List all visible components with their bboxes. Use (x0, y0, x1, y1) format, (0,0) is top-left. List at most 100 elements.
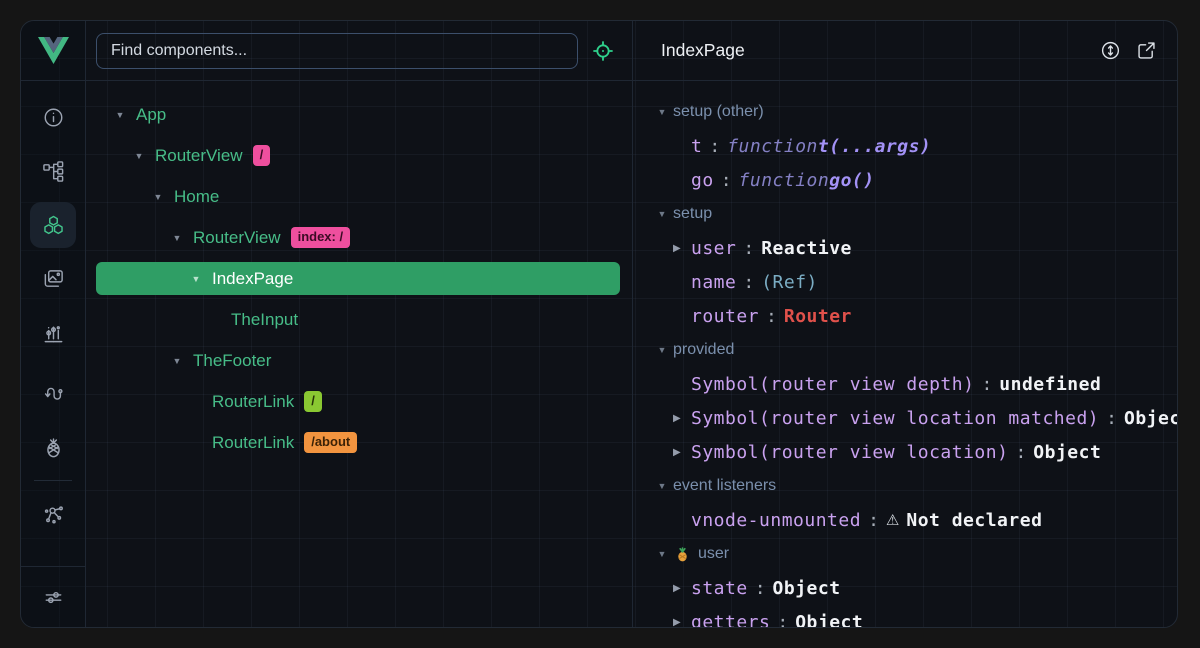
state-entry[interactable]: ▶getters:Object (633, 605, 1177, 627)
section-collapse-arrow-icon[interactable]: ▼ (656, 107, 668, 117)
section-label: setup (other) (673, 103, 764, 121)
state-entry[interactable]: ▶Symbol(router view location matched):Ob… (633, 401, 1177, 435)
tree-row-routerlink[interactable]: RouterLink/ (96, 385, 620, 418)
component-name: Home (174, 187, 219, 207)
tree-row-thefooter[interactable]: ▼TheFooter (96, 344, 620, 377)
components-panel: ▼App▼RouterView/▼Home▼RouterViewindex: /… (86, 21, 633, 627)
component-name: RouterLink (212, 433, 294, 453)
locate-component-button[interactable] (586, 34, 620, 68)
state-value: go() (829, 170, 874, 191)
overview-info-icon[interactable] (21, 90, 85, 144)
entry-expand-arrow-icon[interactable]: ▶ (673, 583, 691, 594)
section-label: event listeners (673, 477, 776, 495)
key-value-separator: : (1015, 442, 1026, 463)
component-name: RouterView (155, 146, 243, 166)
state-entry[interactable]: vnode-unmounted:⚠Not declared (633, 503, 1177, 537)
pinia-icon[interactable] (21, 420, 85, 474)
selected-component-title: IndexPage (661, 40, 745, 61)
state-key: name (691, 272, 736, 293)
state-entry[interactable]: router:Router (633, 299, 1177, 333)
state-section-setup-other-[interactable]: ▼ setup (other) (633, 95, 1177, 129)
component-tree: ▼App▼RouterView/▼Home▼RouterViewindex: /… (86, 81, 632, 467)
state-entry[interactable]: Symbol(router view depth):undefined (633, 367, 1177, 401)
state-key: Symbol(router view depth) (691, 374, 974, 395)
locate-component-icon (592, 40, 614, 62)
state-value: Object (795, 612, 863, 628)
section-collapse-arrow-icon[interactable]: ▼ (656, 549, 668, 559)
tree-row-app[interactable]: ▼App (96, 98, 620, 131)
settings-icon[interactable] (21, 566, 85, 627)
entry-expand-arrow-icon[interactable]: ▶ (673, 413, 691, 424)
state-entry[interactable]: name:(Ref) (633, 265, 1177, 299)
vue-logo (21, 21, 85, 81)
state-value: Not declared (906, 510, 1042, 531)
expand-arrow-icon[interactable]: ▼ (114, 110, 126, 120)
key-value-separator: : (721, 170, 732, 191)
scroll-to-component-button[interactable] (1100, 40, 1121, 61)
expand-arrow-icon[interactable]: ▼ (190, 274, 202, 284)
state-entry[interactable]: ▶user:Reactive (633, 231, 1177, 265)
state-key: vnode-unmounted (691, 510, 861, 531)
graph-icon[interactable] (21, 487, 85, 541)
entry-expand-arrow-icon[interactable]: ▶ (673, 617, 691, 628)
state-entry[interactable]: ▶Symbol(router view location):Object (633, 435, 1177, 469)
open-in-editor-button[interactable] (1136, 40, 1157, 61)
expand-arrow-icon[interactable]: ▼ (133, 151, 145, 161)
state-value: (Ref) (761, 272, 818, 293)
section-collapse-arrow-icon[interactable]: ▼ (656, 209, 668, 219)
state-value: Object (1033, 442, 1101, 463)
route-badge: / (253, 145, 271, 166)
expand-arrow-icon[interactable]: ▼ (152, 192, 164, 202)
state-section-provided[interactable]: ▼provided (633, 333, 1177, 367)
component-name: RouterView (193, 228, 281, 248)
state-inspector: ▼ setup (other) t:function t(...args)go:fu… (633, 81, 1177, 627)
inspector-header: IndexPage (633, 21, 1177, 81)
scroll-to-component-icon (1100, 40, 1121, 61)
router-icon[interactable] (21, 366, 85, 420)
devtools-window: ▼App▼RouterView/▼Home▼RouterViewindex: /… (20, 20, 1178, 628)
state-value: undefined (999, 374, 1101, 395)
key-value-separator: : (1106, 408, 1117, 429)
state-section-setup[interactable]: ▼ setup (633, 197, 1177, 231)
state-value: Object (1124, 408, 1177, 429)
section-label: user (698, 545, 729, 563)
state-section-user[interactable]: ▼ user (633, 537, 1177, 571)
sidebar-divider (34, 480, 72, 481)
component-name: RouterLink (212, 392, 294, 412)
state-entry[interactable]: ▶state:Object (633, 571, 1177, 605)
route-badge: index: / (291, 227, 351, 248)
components-hexagons-icon[interactable] (21, 198, 85, 252)
tree-row-theinput[interactable]: TheInput (96, 303, 620, 336)
open-in-editor-icon (1136, 40, 1157, 61)
tree-row-home[interactable]: ▼ Home (96, 180, 620, 213)
component-name: IndexPage (212, 269, 293, 289)
expand-arrow-icon[interactable]: ▼ (171, 233, 183, 243)
state-entry[interactable]: t:function t(...args) (633, 129, 1177, 163)
entry-expand-arrow-icon[interactable]: ▶ (673, 243, 691, 254)
key-value-separator: : (766, 306, 777, 327)
component-tree-icon[interactable] (21, 144, 85, 198)
tree-row-routerlink[interactable]: RouterLink/about (96, 426, 620, 459)
key-value-separator: : (868, 510, 879, 531)
timeline-icon[interactable] (21, 306, 85, 360)
state-section-event-listeners[interactable]: ▼ event listeners (633, 469, 1177, 503)
components-toolbar (86, 21, 632, 81)
state-key: state (691, 578, 748, 599)
sidebar (21, 21, 86, 627)
tree-row-routerview[interactable]: ▼ RouterView index: / (96, 221, 620, 254)
section-collapse-arrow-icon[interactable]: ▼ (656, 345, 668, 355)
search-input[interactable] (96, 33, 578, 69)
state-value: Router (784, 306, 852, 327)
tree-row-routerview[interactable]: ▼ RouterView / (96, 139, 620, 172)
assets-icon[interactable] (21, 252, 85, 306)
state-key: getters (691, 612, 770, 628)
expand-arrow-icon[interactable]: ▼ (171, 356, 183, 366)
section-label: setup (673, 205, 712, 223)
state-key: go (691, 170, 714, 191)
key-value-separator: : (743, 238, 754, 259)
tree-row-indexpage[interactable]: ▼ IndexPage (96, 262, 620, 295)
entry-expand-arrow-icon[interactable]: ▶ (673, 447, 691, 458)
key-value-separator: : (709, 136, 720, 157)
section-collapse-arrow-icon[interactable]: ▼ (656, 481, 668, 491)
state-entry[interactable]: go:function go() (633, 163, 1177, 197)
